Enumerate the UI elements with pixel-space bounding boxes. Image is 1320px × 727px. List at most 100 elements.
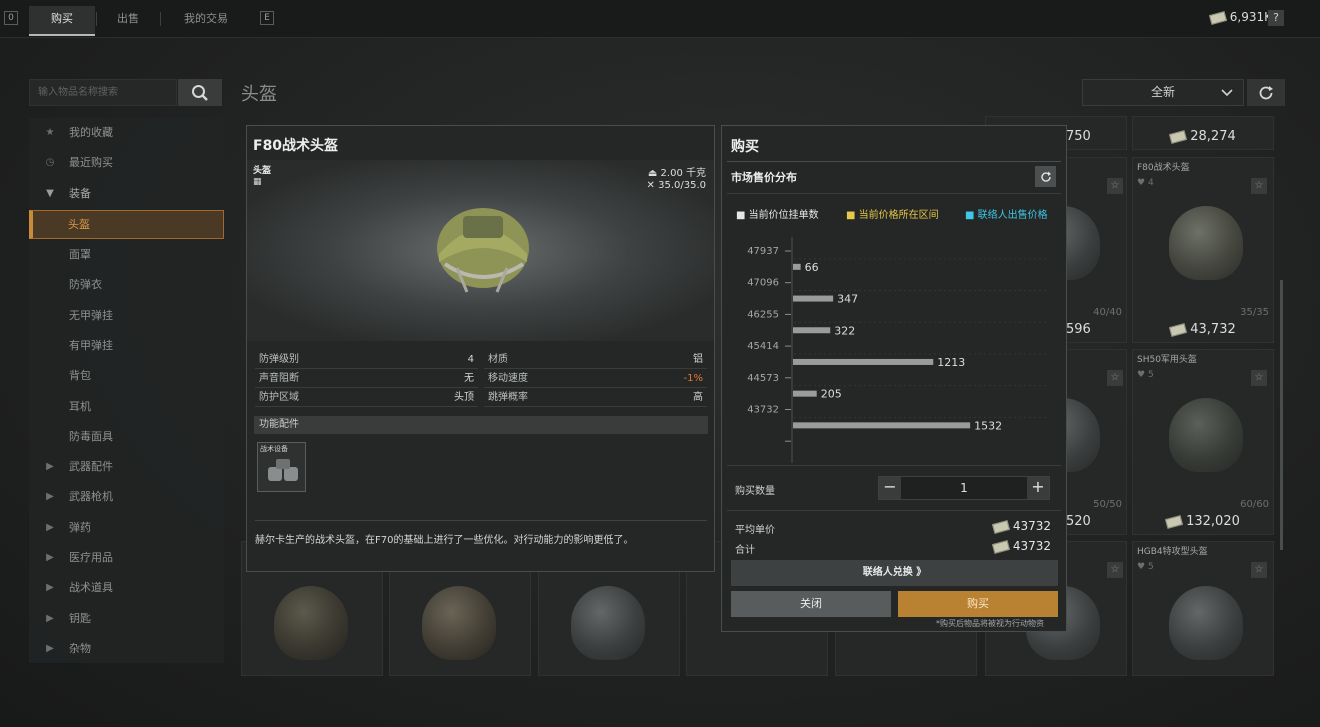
- distribution-title: 市场售价分布: [731, 171, 797, 184]
- sidebar-item-label: 医疗用品: [69, 551, 113, 564]
- item-card-hgb4[interactable]: HGB4特攻型头盔 ♥ 5 ☆: [1132, 541, 1274, 676]
- legend-label: 当前价位挂单数: [748, 210, 819, 221]
- item-durability: ✕ 35.0/35.0: [647, 180, 706, 191]
- search-input[interactable]: [30, 80, 176, 105]
- y-tick-label: 47937: [747, 246, 779, 257]
- bar-value-label: 205: [821, 388, 842, 401]
- increase-button[interactable]: +: [1027, 477, 1049, 499]
- stat-value: 铝: [693, 354, 703, 365]
- price-distribution-chart: 47937 47096 46255 45414 44573 43732 66 347 322 12…: [747, 237, 1047, 463]
- sidebar-item-masks[interactable]: 面罩: [29, 240, 224, 270]
- sidebar-item-label: 耳机: [69, 400, 91, 413]
- contact-exchange-button[interactable]: 联络人兑换 》: [731, 560, 1058, 586]
- sidebar-item-favorites[interactable]: ★ 我的收藏: [29, 118, 224, 148]
- bar: [793, 295, 834, 302]
- sort-dropdown[interactable]: 全新: [1082, 79, 1244, 106]
- legend-item: ■ 联络人出售价格: [965, 206, 1048, 221]
- sidebar-item-recent[interactable]: ◷ 最近购买: [29, 148, 224, 178]
- buy-note: *购买后物品将被视为行动物资: [936, 619, 1044, 628]
- top-bar: 0 购买 出售 我的交易 E 6,931K ?: [0, 0, 1320, 38]
- sidebar-item-weapon-attachments[interactable]: ▶ 武器配件: [29, 452, 224, 482]
- y-tick-label: 46255: [747, 309, 779, 320]
- accessory-slot[interactable]: 战术设备: [257, 442, 306, 492]
- favorite-star-button[interactable]: ☆: [1107, 178, 1123, 194]
- buy-button[interactable]: 购买: [898, 591, 1058, 617]
- stat-label: 移动速度: [488, 373, 528, 384]
- favorite-star-button[interactable]: ☆: [1107, 562, 1123, 578]
- search-icon: [192, 84, 208, 101]
- sidebar-item-ammo[interactable]: ▶ 弹药: [29, 513, 224, 543]
- distribution-refresh-button[interactable]: [1035, 166, 1056, 187]
- favorite-star-button[interactable]: ☆: [1251, 562, 1267, 578]
- stat-label: 跳弹概率: [488, 392, 528, 403]
- helmet-image: [1169, 398, 1243, 472]
- triangle-right-icon: ▶: [46, 643, 54, 654]
- bar: [793, 263, 801, 270]
- cash-icon: [1169, 129, 1188, 144]
- sidebar-item-tactical[interactable]: ▶ 战术道具: [29, 573, 224, 603]
- refresh-button[interactable]: [1247, 79, 1285, 106]
- helmet-image: [422, 586, 496, 660]
- stat-row: 移动速度 -1%: [484, 369, 707, 388]
- bar-value-label: 1532: [974, 419, 1002, 432]
- cash-icon: [1169, 322, 1188, 337]
- quantity-label: 购买数量: [735, 486, 775, 497]
- chevron-down-icon: [1221, 89, 1233, 97]
- sidebar-item-equipment[interactable]: ▼ 装备: [29, 179, 224, 209]
- tab-my-trades[interactable]: 我的交易: [164, 6, 248, 36]
- item-card[interactable]: 28,274: [1132, 116, 1274, 150]
- balance-display: 6,931K: [1208, 10, 1272, 25]
- triangle-right-icon: ▶: [46, 461, 54, 472]
- help-button[interactable]: ?: [1268, 10, 1284, 26]
- sidebar-item-misc[interactable]: ▶ 杂物: [29, 634, 224, 664]
- decrease-button[interactable]: −: [879, 477, 901, 499]
- wrench-icon: ✕: [646, 180, 659, 191]
- favorite-star-button[interactable]: ☆: [1107, 370, 1123, 386]
- bar-value-label: 1213: [937, 356, 965, 369]
- stat-value: 无: [464, 373, 474, 384]
- close-button[interactable]: 关闭: [731, 591, 891, 617]
- quantity-field[interactable]: 1: [901, 477, 1027, 499]
- grid-scrollbar[interactable]: [1280, 280, 1283, 550]
- favorite-star-button[interactable]: ☆: [1251, 178, 1267, 194]
- sidebar-item-rigs[interactable]: 无甲弹挂: [29, 301, 224, 331]
- sidebar-item-gas-masks[interactable]: 防毒面具: [29, 422, 224, 452]
- sidebar-item-armored-rigs[interactable]: 有甲弹挂: [29, 331, 224, 361]
- sidebar-item-label: 防毒面具: [69, 430, 113, 443]
- sidebar-item-label: 防弹衣: [69, 278, 102, 291]
- bar-value-label: 66: [805, 261, 819, 274]
- buy-panel: 购买 市场售价分布 ■ 当前价位挂单数 ■ 当前价格所在区间 ■ 联络人出售价格…: [721, 125, 1067, 632]
- sidebar-item-headsets[interactable]: 耳机: [29, 392, 224, 422]
- category-title: 头盔: [241, 84, 277, 105]
- star-icon: ★: [45, 127, 55, 138]
- tab-buy[interactable]: 购买: [29, 6, 95, 36]
- sidebar-item-label: 武器配件: [69, 460, 113, 473]
- item-name: F80战术头盔: [1137, 163, 1190, 173]
- sidebar-item-keys[interactable]: ▶ 钥匙: [29, 604, 224, 634]
- avg-price: 43732: [991, 519, 1051, 534]
- tab-divider: [96, 12, 97, 26]
- favorite-star-button[interactable]: ☆: [1251, 370, 1267, 386]
- sidebar-item-backpacks[interactable]: 背包: [29, 361, 224, 391]
- search-button[interactable]: [178, 79, 222, 106]
- cash-icon: [1208, 10, 1227, 25]
- sidebar-item-label: 有甲弹挂: [69, 339, 113, 352]
- item-name: SH50军用头盔: [1137, 355, 1197, 365]
- item-card-f80[interactable]: F80战术头盔 ♥ 4 ☆ 35/35 43,732: [1132, 157, 1274, 343]
- right-key-hint: E: [260, 11, 274, 25]
- sidebar-item-body-armor[interactable]: 防弹衣: [29, 270, 224, 300]
- sidebar-item-label: 我的收藏: [69, 126, 113, 139]
- search-box: [29, 79, 177, 106]
- sidebar-item-medical[interactable]: ▶ 医疗用品: [29, 543, 224, 573]
- legend-label: 联络人出售价格: [977, 210, 1048, 221]
- stat-label: 材质: [488, 354, 508, 365]
- sidebar-item-helmets[interactable]: 头盔: [29, 210, 224, 239]
- item-card-sh50[interactable]: SH50军用头盔 ♥ 5 ☆ 60/60 132,020: [1132, 349, 1274, 535]
- total-price: 43732: [991, 539, 1051, 554]
- durability-value: 35.0/35.0: [658, 180, 706, 191]
- sidebar-item-label: 无甲弹挂: [69, 309, 113, 322]
- stat-label: 防护区域: [259, 392, 299, 403]
- sidebar-item-weapons[interactable]: ▶ 武器枪机: [29, 482, 224, 512]
- tab-sell[interactable]: 出售: [98, 6, 158, 36]
- helmet-image: [274, 586, 348, 660]
